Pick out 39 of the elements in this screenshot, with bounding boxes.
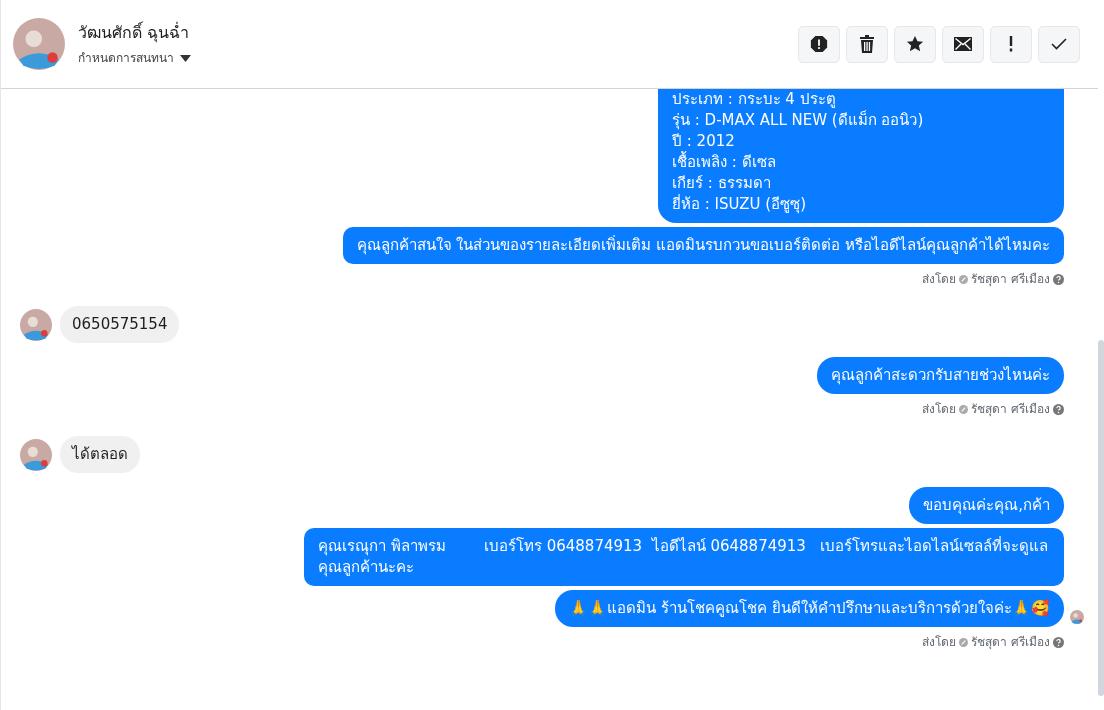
message-bubble: คุณเรณุกา พิลาพรม เบอร์โทร 0648874913 ไอดีไลน์ 0648874913 เบอร์โทรและไอดไลน์เซลล์ที่จะดูแลคุณลูกค้านะคะ bbox=[304, 528, 1064, 586]
star-icon bbox=[906, 35, 924, 53]
message-bubble: ประเภท : กระบะ 4 ประตู รุ่น : D-MAX ALL NEW (ดีแม็ก ออนิว) ปี : 2012 เชื้อเพลิง : ดีเซล เกียร์ : ธรรมดา ยี่ห้อ : ISUZU (อีซูซุ) bbox=[658, 89, 1064, 223]
sent-by-label: ส่งโดย bbox=[922, 271, 957, 288]
message-bubble: คุณลูกค้าสะดวกรับสายช่วงไหนค่ะ bbox=[817, 357, 1064, 394]
sent-by-label: ส่งโดย bbox=[922, 634, 957, 651]
sender-name: รัชสุดา ศรีเมือง bbox=[971, 401, 1050, 418]
contact-avatar bbox=[13, 18, 65, 70]
alert-button[interactable] bbox=[798, 25, 840, 63]
help-icon[interactable] bbox=[1053, 636, 1064, 648]
sender-avatar bbox=[20, 308, 52, 341]
message-bubble: 0650575154 bbox=[60, 306, 180, 343]
help-icon[interactable] bbox=[1053, 273, 1064, 285]
conversation-dropdown[interactable]: กำหนดการสนทนา bbox=[78, 49, 191, 67]
sent-by-label: ส่งโดย bbox=[922, 401, 957, 418]
caret-icon bbox=[180, 54, 191, 62]
contact-name: วัฒนศักดิ์ ฉุนฉ่ำ bbox=[78, 21, 191, 45]
check-button[interactable] bbox=[1038, 25, 1080, 63]
mail-icon bbox=[954, 37, 972, 51]
blocked-icon bbox=[959, 274, 969, 284]
alert-icon bbox=[810, 35, 828, 53]
exclamation-icon bbox=[1009, 36, 1013, 52]
scrollbar[interactable] bbox=[1098, 340, 1104, 696]
blocked-icon bbox=[959, 404, 969, 414]
trash-button[interactable] bbox=[846, 25, 888, 63]
seen-avatar bbox=[1070, 610, 1084, 624]
star-button[interactable] bbox=[894, 25, 936, 63]
check-icon bbox=[1051, 38, 1067, 50]
message-bubble: ได้ตลอด bbox=[60, 436, 140, 473]
help-icon[interactable] bbox=[1053, 403, 1064, 415]
trash-icon bbox=[859, 35, 875, 53]
sender-name: รัชสุดา ศรีเมือง bbox=[971, 271, 1050, 288]
message-bubble: 🙏🙏แอดมิน ร้านโชคคูณโชค ยินดีให้คำปรึกษาและบริการด้วยใจค่ะ🙏🥰 bbox=[555, 590, 1064, 627]
message-bubble: คุณลูกค้าสนใจ ในส่วนของรายละเอียดเพิ่มเติม แอดมินรบกวนขอเบอร์ติดต่อ หรือไอดีไลน์คุณลูกค้าได้ไหมคะ bbox=[342, 227, 1064, 264]
mail-button[interactable] bbox=[942, 25, 984, 63]
sender-name: รัชสุดา ศรีเมือง bbox=[971, 634, 1050, 651]
message-bubble: ขอบคุณค่ะคุณ,กค้า bbox=[909, 487, 1064, 524]
blocked-icon bbox=[959, 637, 969, 647]
sender-avatar bbox=[20, 438, 52, 471]
